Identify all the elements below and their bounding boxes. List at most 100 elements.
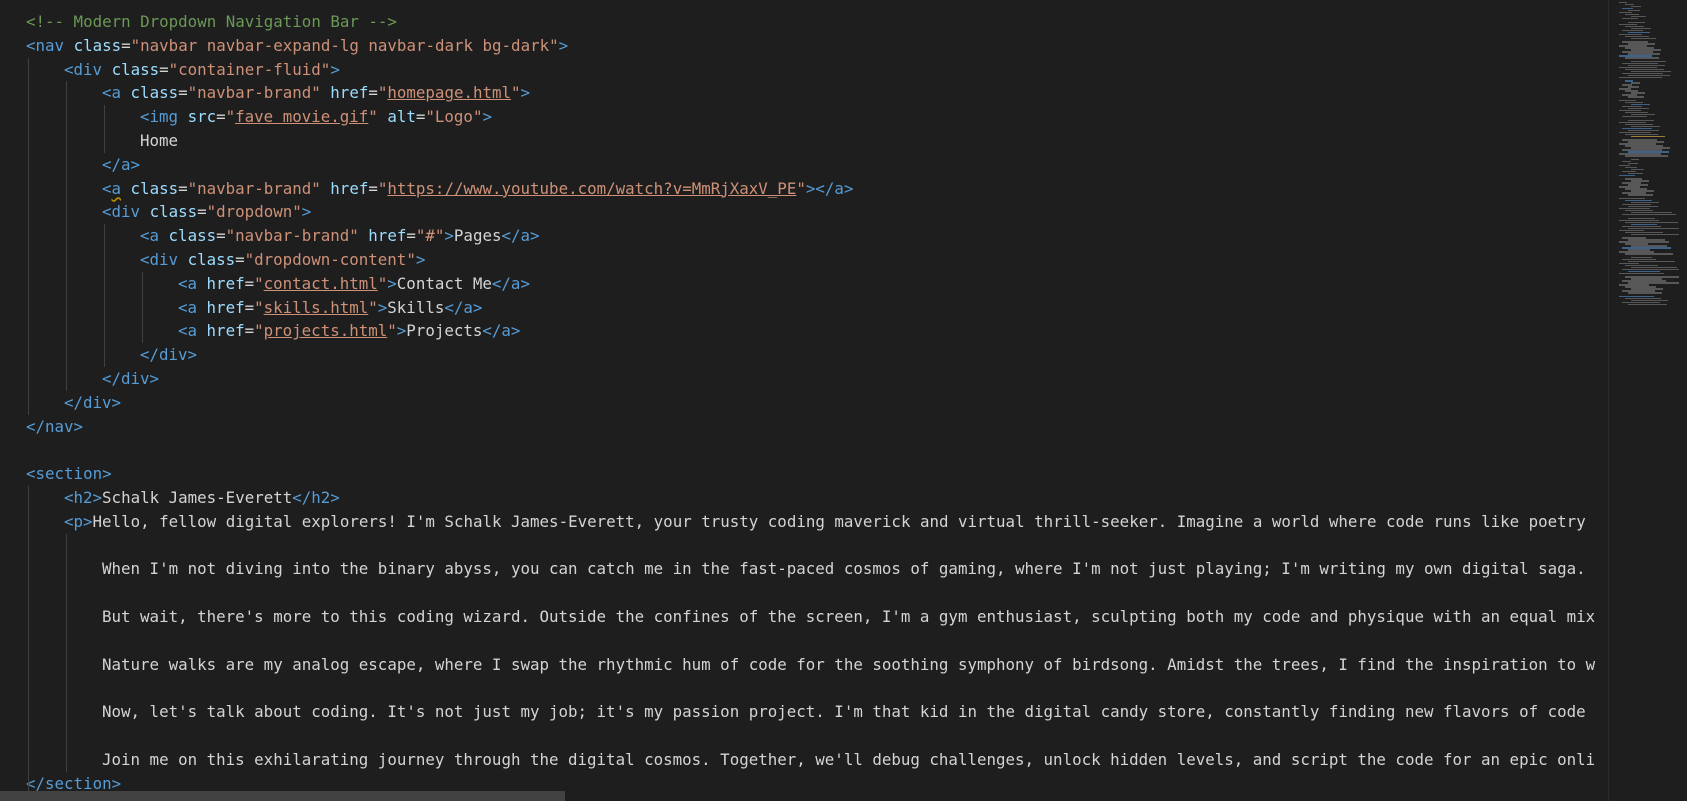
- code-token-tag: <div: [102, 202, 141, 222]
- code-line[interactable]: <a class="navbar-brand" href="homepage.h…: [102, 81, 530, 105]
- minimap-line: [1631, 82, 1640, 84]
- code-token-str: ": [254, 297, 264, 317]
- minimap-line: [1619, 174, 1635, 177]
- code-token-attr: href: [368, 226, 407, 246]
- code-token-link: projects.html: [263, 321, 388, 341]
- code-line[interactable]: But wait, there's more to this coding wi…: [102, 605, 1595, 629]
- minimap-line: [1631, 158, 1639, 161]
- code-line[interactable]: <p>Hello, fellow digital explorers! I'm …: [64, 510, 1586, 534]
- code-line[interactable]: </a>: [102, 153, 140, 177]
- code-token-text: =: [244, 297, 255, 317]
- minimap-line: [1625, 57, 1659, 59]
- code-line[interactable]: </div>: [140, 343, 197, 367]
- code-token-text: Now, let's talk about coding. It's not j…: [102, 702, 1586, 722]
- code-token-link: skills.html: [263, 297, 369, 317]
- horizontal-scrollbar[interactable]: [0, 791, 565, 801]
- code-token-tag: <nav: [26, 35, 65, 55]
- code-line[interactable]: <a href="contact.html">Contact Me</a>: [178, 272, 530, 296]
- code-token-tag: </a>: [444, 297, 483, 317]
- indent-guide: [66, 533, 67, 772]
- code-line[interactable]: <div class="container-fluid">: [64, 58, 340, 82]
- code-token-tag: </section>: [26, 773, 122, 793]
- code-token-attr: class: [130, 83, 179, 103]
- minimap-line: [1628, 304, 1667, 306]
- code-token-tag: >: [415, 250, 426, 269]
- code-token-tag: <p>: [64, 511, 93, 531]
- minimap-line: [1619, 76, 1662, 79]
- code-token-tag: </nav>: [26, 416, 84, 436]
- code-token-text: Projects: [406, 321, 483, 341]
- code-token-str: ": [368, 297, 378, 317]
- code-token-str: "container-fluid": [168, 59, 331, 79]
- code-token-link: https://www.youtube.com/watch?v=MmRjXaxV…: [387, 178, 797, 198]
- code-line[interactable]: <nav class="navbar navbar-expand-lg navb…: [26, 34, 568, 58]
- code-editor[interactable]: <!-- Modern Dropdown Navigation Bar --> <…: [0, 0, 1687, 801]
- code-token-attr: src: [187, 107, 217, 127]
- code-token-str: ": [368, 107, 378, 127]
- code-token-tag: >: [301, 202, 312, 222]
- code-line[interactable]: <div class="dropdown-content">: [140, 248, 425, 272]
- code-line[interactable]: <h2>Schalk James-Everett</h2>: [64, 486, 340, 510]
- code-token-attr: href: [330, 178, 369, 198]
- code-token-text: When I'm not diving into the binary abys…: [102, 559, 1586, 579]
- code-token-tag: <section>: [26, 464, 112, 484]
- code-line[interactable]: When I'm not diving into the binary abys…: [102, 557, 1586, 581]
- code-line[interactable]: </nav>: [26, 415, 83, 439]
- code-token-text: =: [178, 83, 188, 103]
- code-token-str: ": [377, 273, 388, 293]
- code-token-tag: </a>: [102, 154, 141, 174]
- minimap-line: [1625, 253, 1673, 255]
- code-token-tag: <a: [178, 273, 198, 293]
- code-token-tag: ></a>: [805, 178, 854, 198]
- code-token-attr: href: [330, 83, 369, 103]
- code-line[interactable]: Now, let's talk about coding. It's not j…: [102, 700, 1586, 724]
- code-line[interactable]: Home: [140, 129, 178, 153]
- code-line[interactable]: <img src="fave movie.gif" alt="Logo">: [140, 105, 492, 129]
- code-token-text: Pages: [453, 226, 502, 246]
- code-token-str: ": [387, 321, 397, 341]
- minimap-line: [1622, 116, 1647, 118]
- code-token-str: "navbar navbar-expand-lg navbar-dark bg-…: [130, 35, 559, 55]
- code-token-text: =: [406, 226, 416, 246]
- code-token-tag: >: [482, 107, 492, 127]
- code-line[interactable]: <a href="projects.html">Projects</a>: [178, 319, 520, 343]
- code-token-attr: href: [206, 297, 245, 317]
- code-token-attr: class: [73, 35, 122, 55]
- code-token-attr: href: [206, 273, 245, 293]
- minimap[interactable]: [1608, 0, 1687, 801]
- code-line[interactable]: <div class="dropdown">: [102, 200, 311, 224]
- code-token-tag: <div: [64, 59, 103, 79]
- code-token-text: Nature walks are my analog escape, where…: [102, 654, 1596, 674]
- code-line[interactable]: Join me on this exhilarating journey thr…: [102, 748, 1595, 772]
- code-line[interactable]: <!-- Modern Dropdown Navigation Bar -->: [26, 10, 397, 34]
- code-token-text: Hello, fellow digital explorers! I'm Sch…: [92, 511, 1586, 531]
- code-token-text: =: [197, 202, 207, 222]
- code-area[interactable]: <!-- Modern Dropdown Navigation Bar --> <…: [0, 0, 1608, 801]
- minimap-line: [1619, 272, 1664, 275]
- code-token-comment: <!-- Modern Dropdown Navigation Bar -->: [26, 12, 397, 31]
- code-line[interactable]: </div>: [64, 391, 121, 415]
- code-token-tag: </a>: [491, 273, 530, 293]
- code-line[interactable]: <a href="skills.html">Skills</a>: [178, 296, 482, 320]
- indent-guide: [104, 105, 105, 153]
- code-token-text: =: [159, 59, 169, 79]
- code-token-text: =: [368, 178, 378, 198]
- code-token-tag: <a: [140, 226, 160, 246]
- code-token-str: ": [225, 107, 236, 127]
- code-line[interactable]: <a class="navbar-brand" href="https://ww…: [102, 177, 853, 201]
- code-token-tag: </div>: [64, 392, 122, 412]
- code-line[interactable]: <a class="navbar-brand" href="#">Pages</…: [140, 224, 540, 248]
- code-line[interactable]: Nature walks are my analog escape, where…: [102, 653, 1595, 677]
- code-line[interactable]: </div>: [102, 367, 159, 391]
- code-line[interactable]: <section>: [26, 462, 112, 486]
